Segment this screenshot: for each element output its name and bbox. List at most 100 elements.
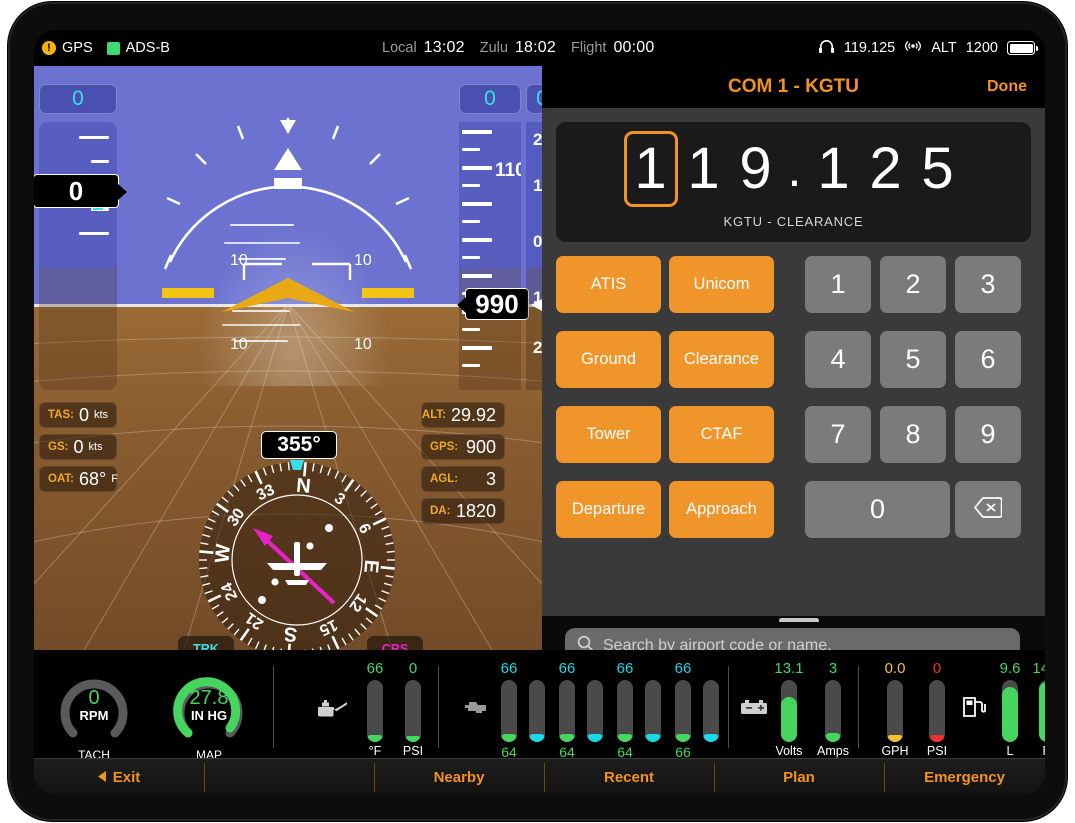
gs-value: 0 (73, 436, 84, 457)
plan-button[interactable]: Plan (714, 759, 884, 795)
key-8[interactable]: 8 (880, 406, 946, 463)
vsi-bug-readout[interactable]: 0 (526, 84, 542, 114)
preset-ctaf[interactable]: CTAF (669, 406, 774, 463)
backspace-icon (973, 494, 1003, 525)
exit-button[interactable]: Exit (34, 759, 204, 795)
key-6[interactable]: 6 (955, 331, 1021, 388)
alt-setting-value: 29.92 (450, 404, 496, 425)
tach-unit: RPM (79, 708, 109, 723)
alt-setting-label: ALT: (421, 409, 446, 421)
gps-label: GPS (62, 40, 93, 56)
altitude-tape[interactable]: 1100 900 (459, 122, 521, 390)
heading-readout: 355° (261, 431, 337, 459)
pitch-label-10-dn-r: 10 (354, 336, 372, 353)
preset-tower[interactable]: Tower (556, 406, 661, 463)
manifold-pressure-gauge[interactable]: 27.8 IN HG MAP (167, 662, 251, 762)
freq-digit-1[interactable]: 1 (678, 130, 730, 208)
oat-label: OAT: (48, 473, 74, 485)
tach-value: 0 (88, 687, 100, 709)
emergency-button[interactable]: Emergency (884, 759, 1045, 795)
gps-status[interactable]: ! GPS (42, 40, 93, 56)
vertical-speed-tape[interactable]: 2 1 0 1 2 (526, 122, 542, 390)
key-2[interactable]: 2 (880, 256, 946, 313)
frequency-subtitle: KGTU - CLEARANCE (723, 214, 864, 229)
altitude-tape-sky (459, 122, 521, 268)
vsi-scale-label: 2 (533, 338, 542, 357)
aircraft-symbol (162, 278, 414, 312)
traffic-dot (258, 596, 266, 604)
preset-unicom[interactable]: Unicom (669, 256, 774, 313)
preset-ground[interactable]: Ground (556, 331, 661, 388)
fuel-pump-icon (962, 696, 988, 723)
app-screen: ! GPS ADS-B Local 13:02 Zulu 18:02 Fligh… (34, 30, 1045, 795)
gps-alt-box[interactable]: GPS: 900 (421, 434, 505, 460)
warning-icon: ! (42, 41, 56, 55)
cyl-4-top-value: 66 (674, 660, 692, 677)
engine-instrument-strip[interactable]: 0 RPM TACH 27.8 IN HG MAP 66 °F 0 PSI 66… (34, 650, 1045, 762)
key-9[interactable]: 9 (955, 406, 1021, 463)
freq-digit-6[interactable]: 5 (912, 130, 964, 208)
bottom-toolbar: Exit Nearby Recent Plan Emergency (34, 758, 1045, 795)
airspeed-bug-readout[interactable]: 0 (39, 84, 117, 114)
key-1[interactable]: 1 (805, 256, 871, 313)
altitude-tick-label-high: 1100 (495, 160, 521, 181)
preset-departure[interactable]: Departure (556, 481, 661, 538)
com-frequency-readout[interactable]: 119.125 (844, 40, 895, 56)
horizontal-situation-indicator[interactable]: N36E1215S2124W3033 (197, 460, 397, 650)
gps-alt-label: GPS: (430, 441, 459, 453)
traffic-dot (306, 542, 314, 550)
altitude-bug-readout[interactable]: 0 (459, 84, 521, 114)
agl-box[interactable]: AGL: 3 (421, 466, 505, 492)
oil-pressure-caption: PSI (402, 744, 424, 758)
da-box[interactable]: DA: 1820 (421, 498, 505, 524)
freq-digit-2[interactable]: 9 (730, 130, 782, 208)
gps-alt-value: 900 (465, 436, 496, 457)
preset-atis[interactable]: ATIS (556, 256, 661, 313)
key-7[interactable]: 7 (805, 406, 871, 463)
key-4[interactable]: 4 (805, 331, 871, 388)
oil-pressure-value: 0 (408, 660, 418, 677)
vsi-scale-label: 0 (533, 232, 542, 251)
gs-box[interactable]: GS: 0 kts (39, 434, 117, 460)
gph-caption: GPH (881, 744, 909, 758)
tachometer-gauge[interactable]: 0 RPM TACH (52, 662, 136, 762)
preset-approach[interactable]: Approach (669, 481, 774, 538)
tas-box[interactable]: TAS: 0 kts (39, 402, 117, 428)
com-radio-panel: COM 1 - KGTU Done 1 1 9 . 1 2 5 KGTU - C… (542, 66, 1045, 680)
svg-text:W: W (212, 543, 236, 564)
freq-digit-5[interactable]: 2 (860, 130, 912, 208)
backspace-key[interactable] (955, 481, 1021, 538)
amps-caption: Amps (817, 744, 849, 758)
flight-time-value: 00:00 (613, 39, 655, 56)
crs-label: CRS (381, 641, 409, 651)
freq-digit-0[interactable]: 1 (623, 131, 678, 207)
primary-flight-display[interactable]: 10 10 10 10 0 0 0 110 990 2 1 0 1 2 TAS:… (34, 66, 542, 650)
airspeed-tape[interactable]: 10 (39, 122, 117, 390)
main-content: 10 10 10 10 0 0 0 110 990 2 1 0 1 2 TAS:… (34, 66, 1045, 680)
oil-can-icon (316, 698, 348, 723)
freq-digit-4[interactable]: 1 (808, 130, 860, 208)
track-box[interactable]: TRK 356° (178, 636, 234, 650)
local-time-label: Local (382, 40, 417, 56)
broadcast-icon (904, 39, 922, 57)
altimeter-setting-box[interactable]: ALT: 29.92 (421, 402, 505, 428)
done-button[interactable]: Done (987, 78, 1027, 96)
cyl-1-top-value: 66 (500, 660, 518, 677)
recent-button[interactable]: Recent (544, 759, 714, 795)
key-5[interactable]: 5 (880, 331, 946, 388)
preset-clearance[interactable]: Clearance (669, 331, 774, 388)
adsb-status[interactable]: ADS-B (106, 40, 170, 56)
exit-label: Exit (112, 769, 141, 786)
gs-label: GS: (48, 441, 69, 453)
nearby-button[interactable]: Nearby (374, 759, 544, 795)
course-box[interactable]: CRS 305° (367, 636, 423, 650)
com-panel-title: COM 1 - KGTU (728, 76, 859, 97)
frequency-display[interactable]: 1 1 9 . 1 2 5 KGTU - CLEARANCE (556, 122, 1031, 242)
key-3[interactable]: 3 (955, 256, 1021, 313)
traffic-dot (271, 578, 279, 586)
key-0[interactable]: 0 (805, 481, 950, 538)
gs-unit: kts (88, 441, 103, 453)
left-tank-caption: L (1006, 744, 1014, 758)
oat-box[interactable]: OAT: 68° F (39, 466, 118, 492)
trk-label: TRK (193, 641, 219, 651)
